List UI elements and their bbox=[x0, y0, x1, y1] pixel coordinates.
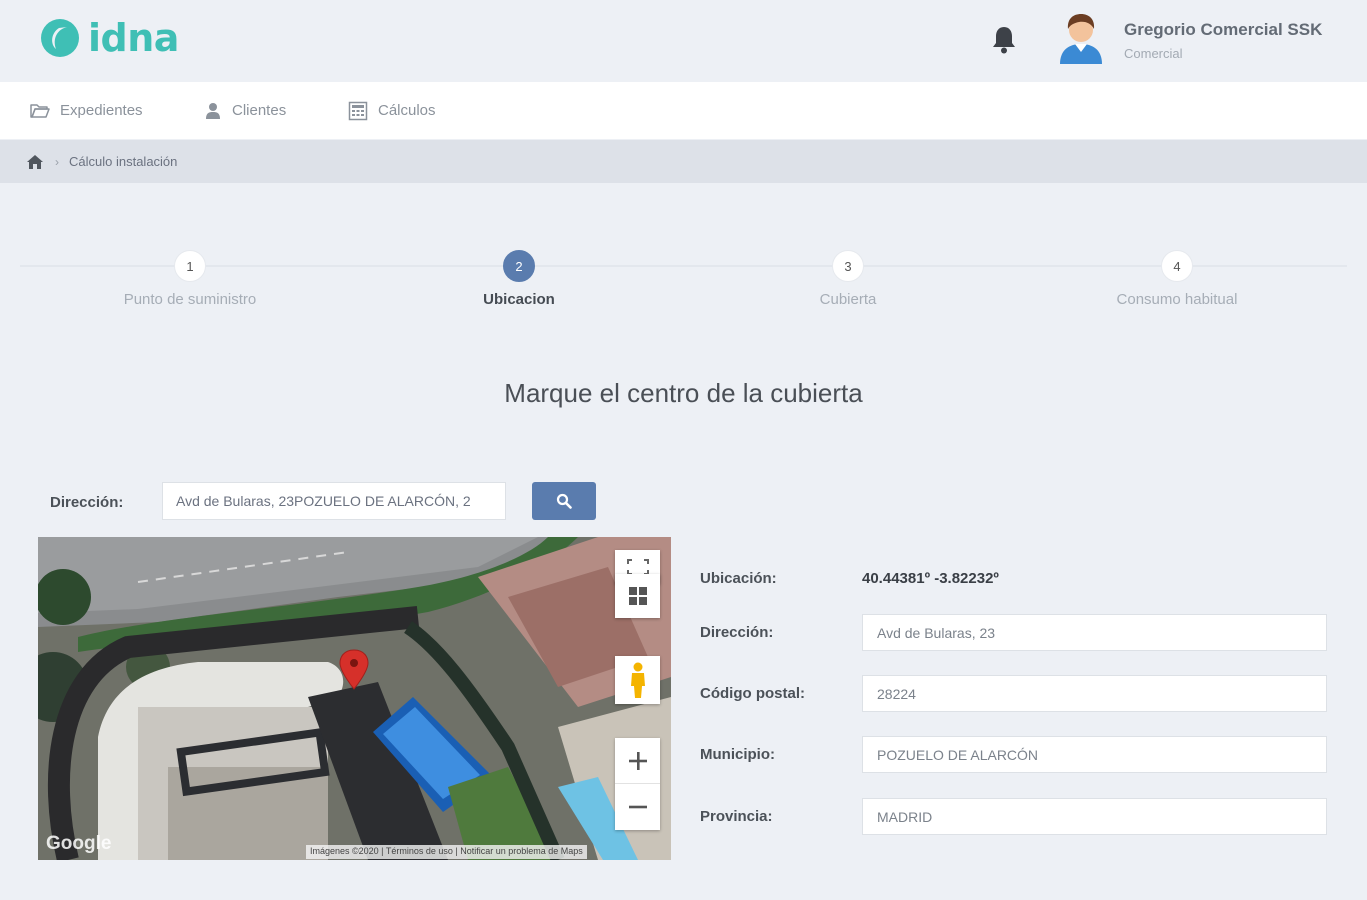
zoom-out-button[interactable] bbox=[615, 784, 660, 830]
breadcrumb: › Cálculo instalación bbox=[0, 140, 1367, 183]
pegman-icon bbox=[630, 662, 645, 698]
satellite-map[interactable]: Google Imágenes ©2020 | Términos de uso … bbox=[38, 537, 671, 860]
top-header: idna Gregorio Comercial SSK Comercial bbox=[0, 0, 1367, 82]
zoom-in-button[interactable] bbox=[615, 738, 660, 784]
grid-icon bbox=[628, 587, 647, 605]
province-label: Provincia: bbox=[700, 808, 773, 825]
folder-icon bbox=[30, 103, 50, 118]
address-search-input[interactable] bbox=[162, 482, 506, 520]
map-type-button[interactable] bbox=[615, 574, 660, 618]
user-avatar[interactable] bbox=[1057, 10, 1105, 64]
step-1[interactable]: 1 Punto de suministro bbox=[60, 250, 320, 308]
calculator-icon bbox=[348, 101, 368, 120]
home-icon[interactable] bbox=[27, 154, 43, 169]
plus-icon bbox=[628, 751, 647, 770]
step-label: Consumo habitual bbox=[1116, 291, 1238, 308]
step-2[interactable]: 2 Ubicacion bbox=[389, 250, 649, 308]
user-role: Comercial bbox=[1124, 46, 1183, 61]
search-icon bbox=[556, 493, 572, 509]
nav-item-expedientes[interactable]: Expedientes bbox=[30, 82, 143, 139]
municipality-field[interactable] bbox=[862, 736, 1327, 773]
map-imagery bbox=[38, 537, 671, 860]
search-button[interactable] bbox=[532, 482, 596, 520]
municipality-label: Municipio: bbox=[700, 746, 775, 763]
step-number: 4 bbox=[1161, 250, 1193, 282]
page-title: Marque el centro de la cubierta bbox=[504, 378, 863, 408]
step-4[interactable]: 4 Consumo habitual bbox=[1047, 250, 1307, 308]
postal-code-label: Código postal: bbox=[700, 685, 805, 702]
zoom-controls bbox=[615, 738, 660, 830]
google-logo: Google bbox=[46, 833, 112, 854]
minus-icon bbox=[628, 805, 647, 809]
location-coordinates: 40.44381º -3.82232º bbox=[862, 570, 999, 587]
step-number: 2 bbox=[503, 250, 535, 282]
step-label: Cubierta bbox=[819, 291, 877, 308]
logo-text: idna bbox=[88, 16, 179, 60]
address-label: Dirección: bbox=[700, 624, 774, 641]
nav-item-clientes[interactable]: Clientes bbox=[204, 82, 286, 139]
user-name: Gregorio Comercial SSK bbox=[1124, 20, 1323, 39]
address-search-label: Dirección: bbox=[50, 494, 124, 511]
step-label: Punto de suministro bbox=[123, 291, 257, 308]
street-view-button[interactable] bbox=[615, 656, 660, 704]
nav-item-calculos[interactable]: Cálculos bbox=[348, 82, 436, 139]
notification-bell-icon[interactable] bbox=[990, 25, 1018, 55]
postal-code-field[interactable] bbox=[862, 675, 1327, 712]
user-icon bbox=[206, 102, 220, 119]
step-3[interactable]: 3 Cubierta bbox=[718, 250, 978, 308]
nav-item-label: Expedientes bbox=[60, 102, 143, 119]
breadcrumb-separator: › bbox=[55, 154, 59, 169]
nav-item-label: Cálculos bbox=[378, 102, 436, 119]
location-label: Ubicación: bbox=[700, 570, 777, 587]
logo-icon bbox=[41, 19, 79, 57]
step-label: Ubicacion bbox=[483, 291, 555, 308]
fullscreen-icon bbox=[626, 559, 649, 575]
nav-item-label: Clientes bbox=[232, 102, 287, 119]
step-number: 3 bbox=[832, 250, 864, 282]
breadcrumb-current: Cálculo instalación bbox=[69, 154, 178, 169]
map-attribution[interactable]: Imágenes ©2020 | Términos de uso | Notif… bbox=[306, 845, 587, 859]
province-field[interactable] bbox=[862, 798, 1327, 835]
brand-logo[interactable]: idna bbox=[40, 18, 179, 58]
main-nav: Expedientes Clientes Cálculos bbox=[0, 82, 1367, 139]
address-field[interactable] bbox=[862, 614, 1327, 651]
step-number: 1 bbox=[174, 250, 206, 282]
